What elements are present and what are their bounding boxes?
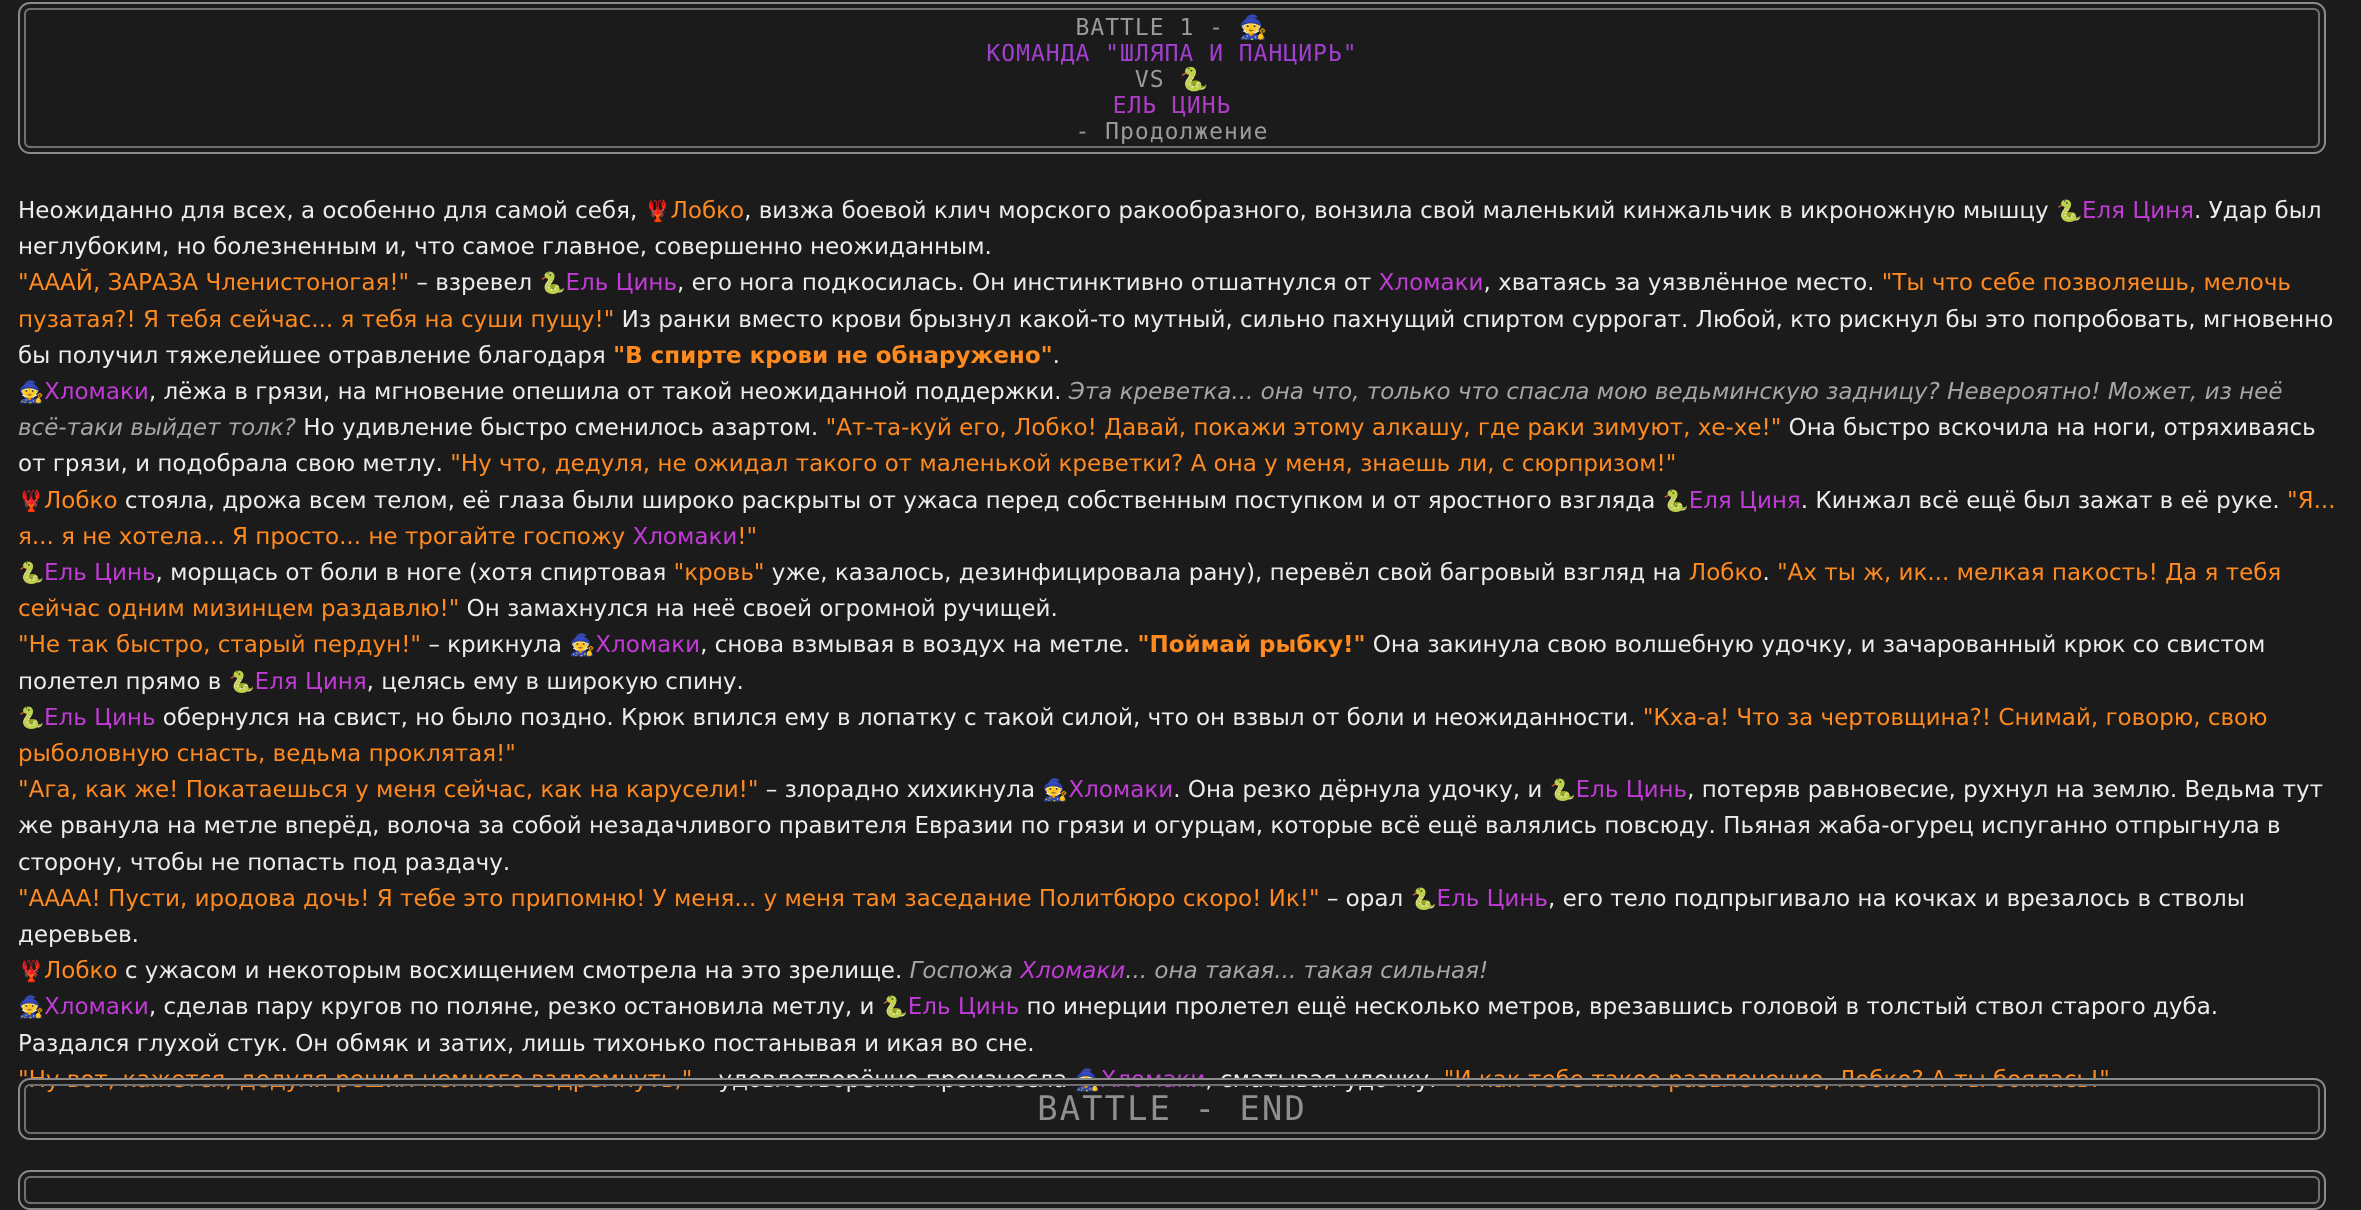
character-el-cin: Ель Цинь [1575, 777, 1688, 804]
versus-label: VS [1134, 67, 1180, 93]
character-khlomaki: Хломаки [632, 523, 738, 550]
narration: . [1762, 560, 1778, 587]
snake-icon: 🐍 [2055, 199, 2083, 223]
snake-icon: 🐍 [881, 995, 908, 1020]
snake-icon: 🐍 [1179, 67, 1210, 93]
inner-thought: Госпожа [909, 958, 1021, 985]
character-lobko: Лобко [44, 958, 118, 985]
narration: – злорадно хихикнула [758, 777, 1043, 804]
snake-icon: 🐍 [18, 705, 45, 730]
character-khlomaki: Хломаки [1020, 958, 1126, 985]
character-el-cin: Еля Циня [1688, 487, 1801, 514]
versus-line: VS 🐍 [20, 67, 2324, 93]
shrimp-icon: 🦞 [18, 959, 45, 984]
battle-end-label: BATTLE - END [1037, 1089, 1307, 1129]
narration: – орал [1319, 885, 1411, 912]
character-khlomaki: Хломаки [44, 379, 149, 406]
character-el-cin: Ель Цинь [44, 704, 156, 731]
narration: уже, казалось, дезинфицировала рану), пе… [764, 560, 1689, 587]
battle-end-banner: BATTLE - END [18, 1078, 2326, 1140]
dialogue: "Ага, как же! Покатаешься у меня сейчас,… [18, 777, 759, 804]
dialogue: "кровь" [673, 560, 765, 587]
narration: , хватаясь за уязвлённое место. [1483, 270, 1882, 297]
character-khlomaki: Хломаки [595, 632, 701, 659]
dialogue: "Ат-та-куй его, Лобко! Давай, покажи это… [825, 415, 1782, 442]
skill-name: "Поймай рыбку!" [1137, 632, 1366, 659]
narration: , морщась от боли в ноге (хотя спиртовая [155, 560, 674, 587]
shrimp-icon: 🦞 [644, 199, 671, 223]
character-lobko: Лобко [1688, 560, 1763, 587]
story-paragraph: 🧙Хломаки, сделав пару кругов по поляне, … [18, 989, 2336, 1061]
character-lobko: Лобко [670, 198, 745, 224]
story-paragraph: Неожиданно для всех, а особенно для само… [18, 193, 2336, 265]
character-el-cin: Еля Циня [2081, 198, 2195, 224]
narration: Он замахнулся на неё своей огромной ручи… [459, 596, 1058, 623]
narration: . [1052, 342, 1060, 369]
story-paragraph: "АААА! Пусти, иродова дочь! Я тебе это п… [18, 881, 2336, 953]
character-khlomaki: Хломаки [1378, 270, 1484, 297]
character-khlomaki: Хломаки [1068, 777, 1174, 804]
shrimp-icon: 🦞 [18, 488, 45, 513]
battle-title: BATTLE 1 - 🧙 [20, 15, 2324, 41]
witch-icon: 🧙 [18, 380, 45, 405]
narration: , лёжа в грязи, на мгновение опешила от … [148, 379, 1069, 406]
character-khlomaki: Хломаки [44, 994, 149, 1021]
narration: , визжа боевой клич морского ракообразно… [744, 198, 2056, 224]
battle-header: BATTLE 1 - 🧙 КОМАНДА "ШЛЯПА И ПАНЦИРЬ" V… [18, 2, 2326, 154]
story-text: Неожиданно для всех, а особенно для само… [18, 193, 2336, 1098]
skill-name: "В спирте крови не обнаружено" [613, 342, 1053, 369]
snake-icon: 🐍 [228, 669, 255, 694]
character-el-cin: Еля Циня [254, 668, 367, 695]
snake-icon: 🐍 [18, 561, 45, 586]
narration: – взревел [409, 270, 540, 297]
team-name: КОМАНДА "ШЛЯПА И ПАНЦИРЬ" [986, 41, 1358, 67]
snake-icon: 🐍 [1549, 778, 1576, 803]
story-paragraph: 🦞Лобко стояла, дрожа всем телом, её глаз… [18, 483, 2336, 555]
dialogue: "АААА! Пусти, иродова дочь! Я тебе это п… [18, 885, 1320, 912]
character-el-cin: Ель Цинь [1436, 885, 1548, 912]
inner-thought: ... она такая... такая сильная! [1125, 958, 1489, 985]
narration: стояла, дрожа всем телом, её глаза были … [117, 487, 1663, 514]
narration: с ужасом и некоторым восхищением смотрел… [117, 958, 910, 985]
story-paragraph: 🐍Ель Цинь обернулся на свист, но было по… [18, 700, 2336, 772]
narration: , сделав пару кругов по поляне, резко ос… [148, 994, 882, 1021]
witch-icon: 🧙 [18, 995, 45, 1020]
dialogue: "Не так быстро, старый пердун!" [18, 632, 422, 659]
narration: , его нога подкосилась. Он инстинктивно … [677, 270, 1379, 297]
story-paragraph: "Не так быстро, старый пердун!" – крикну… [18, 627, 2336, 699]
next-section-box [18, 1170, 2326, 1210]
dialogue: "Ну что, дедуля, не ожидал такого от мал… [450, 451, 1677, 478]
narration: , целясь ему в широкую спину. [366, 668, 744, 695]
snake-icon: 🐍 [1662, 488, 1689, 513]
narration: – крикнула [421, 632, 570, 659]
narration: Неожиданно для всех, а особенно для само… [18, 198, 645, 224]
witch-icon: 🧙 [1042, 778, 1069, 803]
story-paragraph: "АААЙ, ЗАРАЗА Членистоногая!" – взревел … [18, 265, 2336, 374]
story-paragraph: 🦞Лобко с ужасом и некоторым восхищением … [18, 953, 2336, 989]
continuation-label: - Продолжение [1075, 119, 1269, 145]
narration: . Кинжал всё ещё был зажат в её руке. [1800, 487, 2288, 514]
witch-icon: 🧙 [1238, 15, 1269, 41]
snake-icon: 🐍 [1410, 886, 1437, 911]
story-paragraph: 🐍Ель Цинь, морщась от боли в ноге (хотя … [18, 555, 2336, 627]
story-paragraph: "Ага, как же! Покатаешься у меня сейчас,… [18, 772, 2336, 881]
opponent-name: ЕЛЬ ЦИНЬ [1112, 93, 1232, 119]
character-el-cin: Ель Цинь [907, 994, 1020, 1021]
narration: Но удивление быстро сменилось азартом. [296, 415, 826, 442]
dialogue: !" [737, 523, 758, 550]
character-lobko: Лобко [44, 487, 118, 514]
battle-page: BATTLE 1 - 🧙 КОМАНДА "ШЛЯПА И ПАНЦИРЬ" V… [0, 0, 2361, 1210]
character-el-cin: Ель Цинь [565, 270, 678, 297]
dialogue: "АААЙ, ЗАРАЗА Членистоногая!" [18, 270, 410, 297]
story-paragraph: 🧙Хломаки, лёжа в грязи, на мгновение опе… [18, 374, 2336, 483]
narration: , снова взмывая в воздух на метле. [700, 632, 1138, 659]
character-el-cin: Ель Цинь [44, 560, 156, 587]
snake-icon: 🐍 [539, 271, 566, 296]
witch-icon: 🧙 [569, 633, 596, 658]
narration: . Она резко дёрнула удочку, и [1173, 777, 1550, 804]
battle-number: BATTLE 1 - [1075, 15, 1239, 41]
narration: обернулся на свист, но было поздно. Крюк… [155, 704, 1643, 731]
